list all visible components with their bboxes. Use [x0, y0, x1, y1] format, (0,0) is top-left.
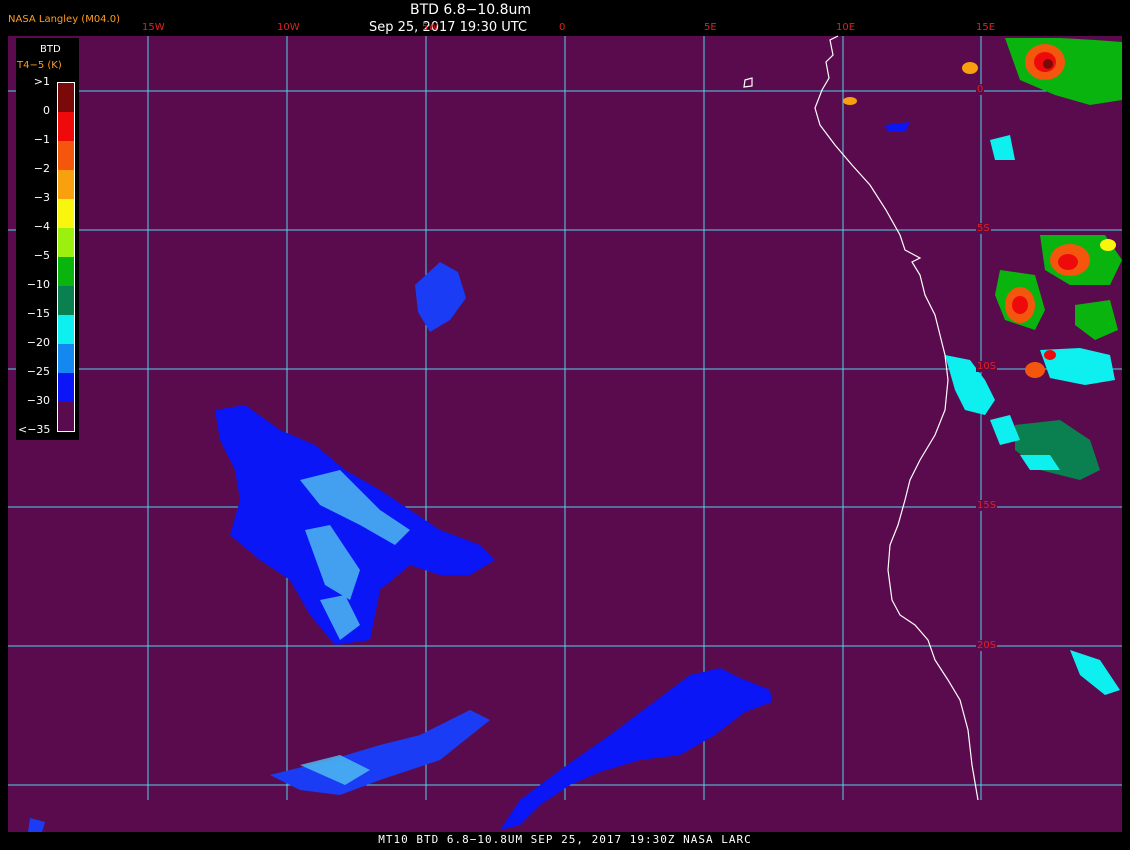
lon-label-5e: 5E	[704, 22, 717, 33]
legend-tick-label: <−35	[18, 423, 51, 436]
legend-swatch	[58, 286, 74, 315]
legend-swatch	[58, 199, 74, 228]
legend-swatch	[58, 344, 74, 373]
legend-tick-label: −10	[26, 278, 50, 291]
legend-tick-label: >1	[33, 75, 50, 88]
legend-swatch	[58, 112, 74, 141]
datetime-label: Sep 25, 2017 19:30 UTC	[369, 20, 528, 35]
legend-swatch	[58, 141, 74, 170]
btd-map-canvas	[8, 35, 1122, 832]
lon-label-15w: 15W	[142, 22, 165, 33]
legend-tick-label: −5	[33, 249, 50, 262]
satellite-map-view: NASA Langley (M04.0) BTD 6.8−10.8um Sep …	[0, 0, 1130, 850]
core-yellow-1	[1100, 239, 1116, 251]
legend-swatch	[58, 373, 74, 402]
legend-tick-label: −3	[33, 191, 50, 204]
legend-colorbar	[57, 82, 75, 432]
lon-label-15e: 15E	[976, 22, 996, 33]
core-yellow-2	[843, 97, 857, 105]
legend-title: BTD	[40, 44, 61, 55]
legend-tick-label: 0	[43, 104, 50, 117]
lat-label-0: 0	[976, 84, 985, 95]
core-red-2	[1058, 254, 1078, 270]
lat-label-5s: 5S	[976, 223, 991, 234]
legend-tick-label: −4	[33, 220, 50, 233]
legend-tick-label: −15	[26, 307, 50, 320]
core-orange-4	[1025, 362, 1045, 378]
lon-label-10w: 10W	[277, 22, 300, 33]
product-title: BTD 6.8−10.8um	[410, 2, 532, 18]
legend-tick-label: −30	[26, 394, 50, 407]
lon-label-5w: 5W	[422, 22, 439, 33]
legend-units: T4−5 (K)	[17, 60, 62, 71]
footer-caption: MT10 BTD 6.8−10.8UM SEP 25, 2017 19:30Z …	[378, 833, 752, 846]
legend-swatch	[58, 83, 74, 112]
legend-swatch	[58, 257, 74, 286]
legend-swatch	[58, 170, 74, 199]
lon-label-0: 0	[559, 22, 566, 33]
legend-tick-label: −20	[26, 336, 50, 349]
legend-tick-label: −1	[33, 133, 50, 146]
color-legend: BTD T4−5 (K) >1 0 −1 −2 −3 −4 −5 −10 −15 −20 −25 −3…	[16, 38, 79, 440]
legend-swatch	[58, 315, 74, 344]
core-orange-5	[962, 62, 978, 74]
lat-label-20s: 20S	[976, 640, 998, 651]
legend-swatch	[58, 228, 74, 257]
core-red-4	[1044, 350, 1056, 360]
legend-swatch	[58, 402, 74, 431]
lon-label-10e: 10E	[836, 22, 856, 33]
legend-tick-label: −25	[26, 365, 50, 378]
lat-label-10s: 10S	[976, 361, 998, 372]
credit-label: NASA Langley (M04.0)	[8, 14, 120, 25]
lat-label-15s: 15S	[976, 500, 998, 511]
core-red-3	[1012, 296, 1028, 314]
legend-tick-label: −2	[33, 162, 50, 175]
core-dark-1	[1043, 59, 1053, 69]
